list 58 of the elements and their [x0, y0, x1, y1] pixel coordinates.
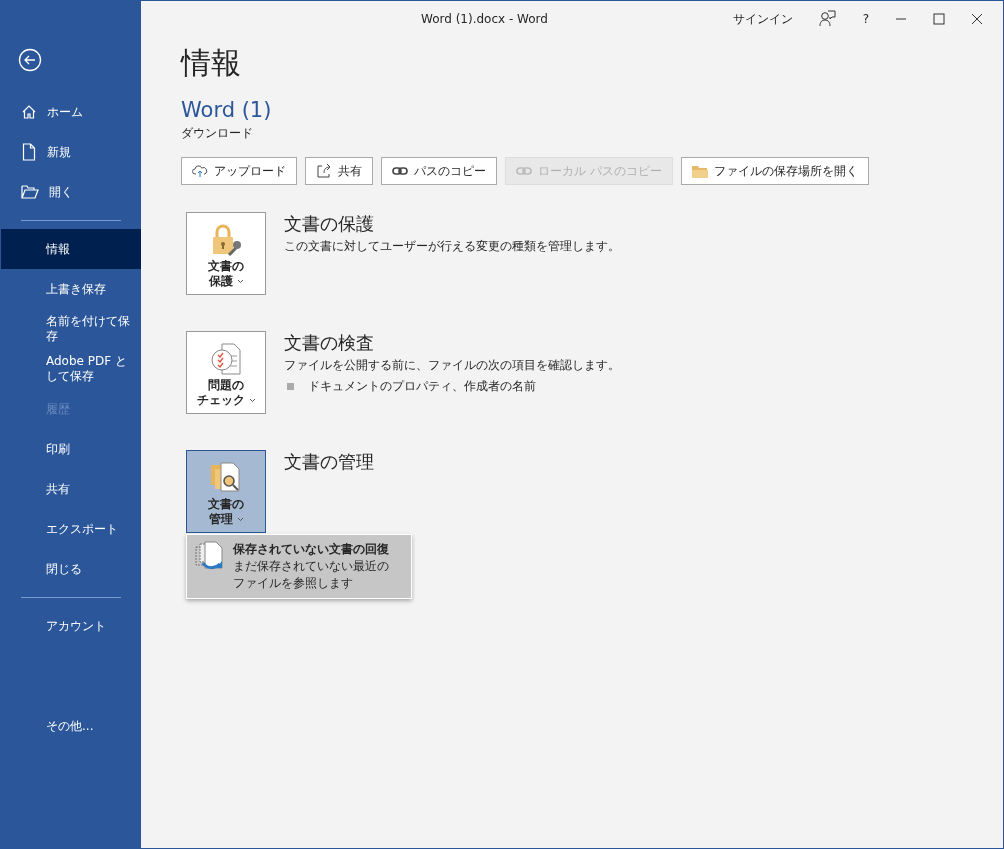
menu-item-title: 保存されていない文書の回復	[233, 541, 390, 558]
window-title: Word (1).docx - Word	[421, 12, 548, 26]
link-icon	[516, 166, 532, 176]
document-icon	[21, 143, 37, 161]
action-button[interactable]: ファイルの保存場所を開く	[680, 157, 869, 185]
sidebar-item[interactable]: 上書き保存	[1, 269, 141, 309]
more-item[interactable]: その他...	[1, 706, 141, 746]
checklist-document-icon	[210, 342, 242, 376]
tile-button[interactable]: 文書の 管理	[186, 450, 266, 533]
sidebar-item[interactable]: 開く	[49, 183, 73, 201]
tile-button[interactable]: 問題の チェック	[186, 331, 266, 414]
tile-label: 保護	[208, 274, 233, 289]
share-icon	[316, 163, 332, 179]
bullet-text: ドキュメントのプロパティ、作成者の名前	[308, 378, 536, 395]
sidebar-item[interactable]: 情報	[1, 229, 141, 269]
sidebar-item[interactable]: 共有	[1, 469, 141, 509]
help-button[interactable]: ?	[862, 12, 869, 26]
sidebar-item[interactable]: 印刷	[1, 429, 141, 469]
action-button[interactable]: アップロード	[181, 157, 297, 185]
account-item[interactable]: アカウント	[1, 606, 141, 646]
person-comment-icon[interactable]	[818, 10, 837, 28]
tile-label: 文書の	[208, 497, 244, 512]
page-heading: 情報	[181, 44, 242, 82]
sidebar-item[interactable]: 閉じる	[1, 549, 141, 589]
sidebar-item[interactable]: エクスポート	[1, 509, 141, 549]
sign-in-link[interactable]: サインイン	[732, 10, 793, 28]
section-description: この文書に対してユーザーが行える変更の種類を管理します。	[284, 238, 620, 255]
tile-label: 管理	[208, 512, 233, 527]
document-location: ダウンロード	[181, 125, 254, 142]
folder-icon	[21, 185, 39, 199]
tile-button[interactable]: 文書の 保護	[186, 212, 266, 295]
tile-label: 問題の	[208, 378, 244, 393]
caret-icon	[236, 279, 244, 284]
menu-item[interactable]: 保存されていない文書の回復 まだ保存されていない最近のファイルを参照します	[187, 535, 411, 598]
close-icon[interactable]	[971, 13, 983, 25]
menu-item-description: まだ保存されていない最近のファイルを参照します	[233, 558, 390, 592]
section-title: 文書の検査	[284, 331, 375, 355]
maximize-icon[interactable]	[933, 13, 945, 25]
section-description: ファイルを公開する前に、ファイルの次の項目を確認します。	[284, 357, 620, 374]
sidebar-item[interactable]: Adobe PDF として保存	[1, 349, 141, 389]
tile-label: チェック	[196, 393, 245, 408]
section-title: 文書の管理	[284, 450, 374, 474]
documents-magnifier-icon	[209, 461, 243, 495]
document-name: Word (1)	[181, 97, 273, 124]
sidebar-item[interactable]: ホーム	[47, 103, 83, 121]
bullet-icon	[287, 383, 294, 390]
section-title: 文書の保護	[284, 212, 375, 236]
folder-icon	[691, 164, 708, 178]
link-icon	[392, 166, 408, 176]
home-icon	[21, 104, 37, 120]
sidebar-item[interactable]: 名前を付けて保存	[1, 309, 141, 349]
action-button[interactable]: パスのコピー	[381, 157, 497, 185]
caret-icon	[248, 398, 256, 403]
caret-icon	[236, 517, 244, 522]
tile-label: 文書の	[208, 259, 244, 274]
cloud-upload-icon	[192, 164, 208, 178]
action-button[interactable]: 共有	[305, 157, 373, 185]
sidebar-item[interactable]: 新規	[47, 143, 71, 161]
